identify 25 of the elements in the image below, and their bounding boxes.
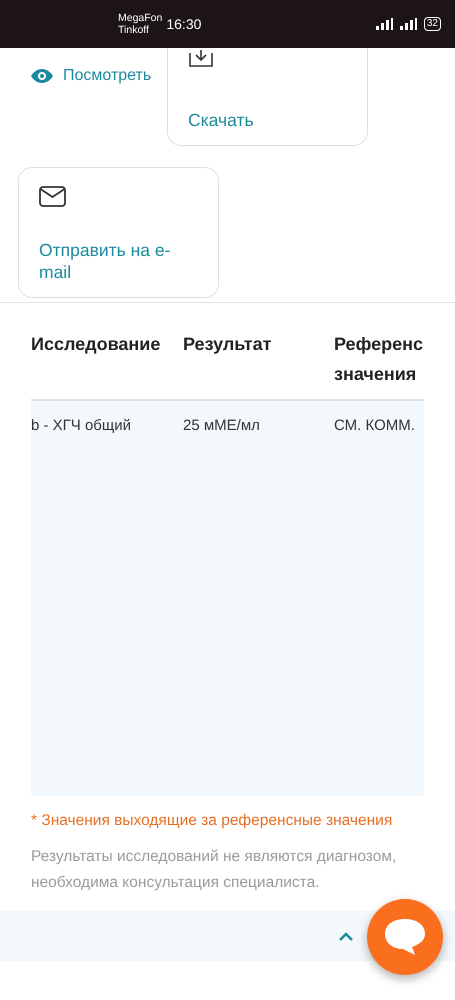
carrier-name: Tinkoff — [118, 24, 150, 36]
column-header: Исследование — [31, 333, 162, 356]
chat-bubble-icon — [383, 917, 427, 957]
battery-indicator: 32 — [424, 17, 441, 31]
signal-icon — [400, 18, 418, 30]
footnote: * Значения выходящие за референсные значения — [31, 812, 394, 830]
disclaimer: Результаты исследований не являются диагнозом, необходима консультация специалиста. — [31, 847, 398, 893]
signal-icon — [376, 18, 394, 30]
download-card[interactable]: Скачать — [167, 48, 368, 146]
view-link[interactable]: Посмотреть — [31, 67, 167, 85]
table-cell-text: b - ХГЧ общий — [31, 417, 132, 434]
download-icon — [188, 50, 214, 67]
table-cell-text: СМ. КОММ. — [334, 417, 416, 434]
eye-icon — [31, 69, 53, 83]
column-header: Результат — [183, 333, 272, 356]
email-card[interactable]: Отправить на e-mail — [18, 167, 219, 298]
clock: 16:30 — [166, 16, 202, 32]
mail-icon — [39, 186, 66, 207]
carrier-name: MegaFon — [118, 12, 162, 24]
column-header: Референс значения — [334, 333, 424, 386]
card-label: Скачать — [188, 109, 255, 131]
caret-up-icon[interactable] — [338, 931, 354, 941]
card-label: Отправить на e-mail — [39, 239, 172, 283]
table-cell-text: 25 мМЕ/мл — [183, 417, 261, 434]
chat-button[interactable] — [367, 899, 443, 975]
